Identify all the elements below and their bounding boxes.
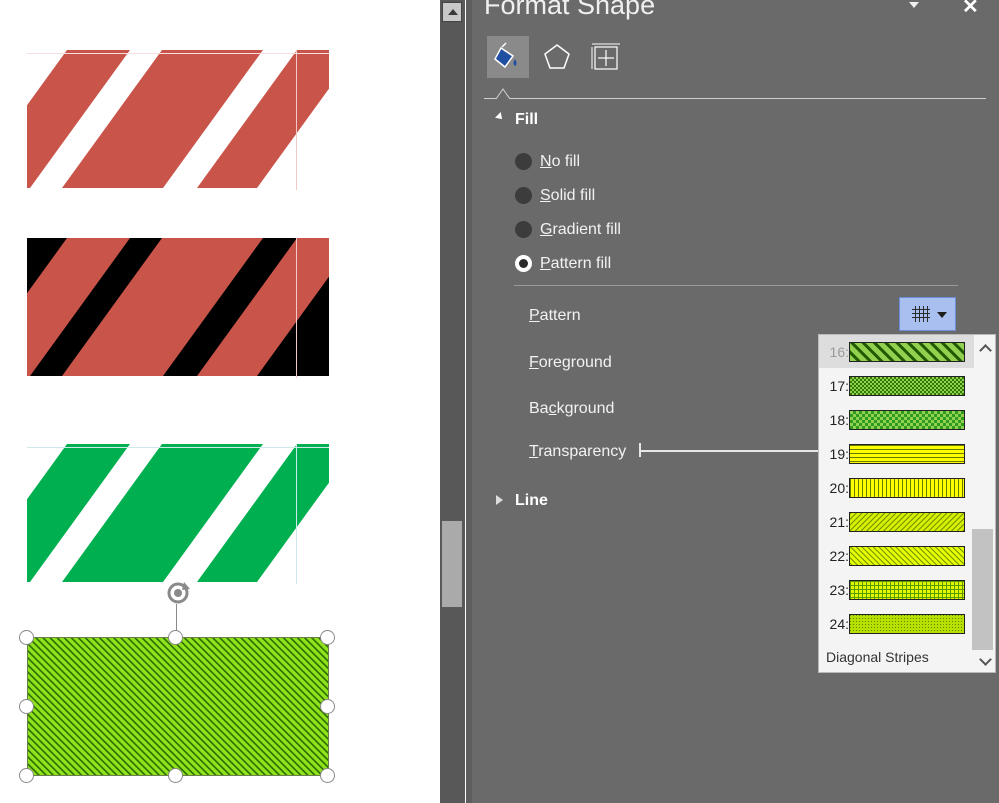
pattern-item[interactable]: 19: <box>819 437 974 470</box>
paint-bucket-icon <box>494 42 517 69</box>
canvas-vertical-scrollbar[interactable] <box>440 0 465 803</box>
pattern-swatch <box>849 444 965 464</box>
pattern-picker-button[interactable] <box>899 297 956 331</box>
pattern-number: 18: <box>829 412 849 428</box>
resize-handle[interactable] <box>168 630 183 645</box>
resize-handle[interactable] <box>320 630 335 645</box>
transparency-slider[interactable] <box>640 450 820 452</box>
separator <box>514 285 958 286</box>
slide-canvas <box>0 0 440 803</box>
rotate-handle-icon[interactable] <box>162 578 194 610</box>
scroll-thumb[interactable] <box>442 521 462 607</box>
radio-gradient-fill[interactable] <box>515 221 532 238</box>
pattern-number: 24: <box>829 616 849 632</box>
foreground-label: Foreground <box>529 354 612 371</box>
radio-no-fill[interactable] <box>515 153 532 170</box>
shape-red-black-stripes[interactable] <box>27 238 329 376</box>
close-icon[interactable]: ✕ <box>962 0 979 19</box>
pattern-swatch <box>849 546 965 566</box>
pattern-item[interactable]: 16: <box>819 335 974 368</box>
line-section-header[interactable]: Line <box>515 492 548 510</box>
pattern-tooltip-label: Diagonal Stripes <box>826 649 929 665</box>
shape-red-white-stripes[interactable] <box>27 50 329 188</box>
tab-effects[interactable] <box>536 36 578 78</box>
pattern-swatch <box>849 614 965 634</box>
expand-triangle-icon[interactable] <box>496 495 503 505</box>
pentagon-icon <box>544 44 570 69</box>
pattern-number: 21: <box>829 514 849 530</box>
pattern-item[interactable]: 23: <box>819 573 974 606</box>
pattern-swatch <box>849 410 965 430</box>
pattern-number: 17: <box>829 378 849 394</box>
label-pattern-fill[interactable]: Pattern fill <box>540 255 611 273</box>
resize-handle[interactable] <box>19 630 34 645</box>
resize-handle[interactable] <box>320 768 335 783</box>
pattern-swatch <box>849 580 965 600</box>
tab-selection-notch <box>496 88 510 100</box>
pattern-item[interactable]: 17: <box>819 369 974 402</box>
tab-underline <box>484 98 986 99</box>
collapse-triangle-icon[interactable] <box>495 112 505 122</box>
pattern-item[interactable]: 24: <box>819 607 974 640</box>
guide-line <box>296 238 297 378</box>
resize-handle[interactable] <box>19 768 34 783</box>
shape-green-white-stripes[interactable] <box>27 444 329 582</box>
pane-title: Format Shape <box>484 0 656 20</box>
pattern-number: 16: <box>829 344 849 360</box>
pattern-number: 23: <box>829 582 849 598</box>
label-no-fill[interactable]: No fill <box>540 153 580 171</box>
pattern-label: Pattern <box>529 307 581 324</box>
shape-lime-pattern-selected[interactable] <box>27 637 329 776</box>
tab-fill-line[interactable] <box>487 36 529 78</box>
pattern-swatch <box>849 478 965 498</box>
resize-handle[interactable] <box>320 699 335 714</box>
grid-pattern-icon <box>912 306 930 322</box>
guide-line <box>296 50 297 190</box>
pattern-number: 20: <box>829 480 849 496</box>
pattern-swatch <box>849 376 965 396</box>
transparency-label: Transparency <box>529 443 627 460</box>
guide-line <box>27 53 329 54</box>
label-gradient-fill[interactable]: Gradient fill <box>540 221 621 239</box>
chevron-down-icon <box>937 312 947 318</box>
radio-solid-fill[interactable] <box>515 187 532 204</box>
pattern-number: 22: <box>829 548 849 564</box>
label-solid-fill[interactable]: Solid fill <box>540 187 595 205</box>
pattern-dropdown[interactable]: 16: 17: 18: 19: 20: 21: 22: 23: 24: Diag… <box>818 334 996 673</box>
background-label: Background <box>529 400 615 417</box>
pattern-swatch <box>849 342 965 362</box>
fill-section-header[interactable]: Fill <box>515 111 538 129</box>
pane-options-dropdown-icon[interactable] <box>909 2 919 8</box>
pattern-number: 19: <box>829 446 849 462</box>
guide-line <box>27 447 329 448</box>
pattern-item[interactable]: 18: <box>819 403 974 436</box>
resize-handle[interactable] <box>168 768 183 783</box>
radio-pattern-fill[interactable] <box>515 255 532 272</box>
pattern-swatch <box>849 512 965 532</box>
scroll-up-arrow-icon[interactable] <box>442 2 462 22</box>
pattern-item[interactable]: 22: <box>819 539 974 572</box>
tab-size-properties[interactable] <box>585 36 627 78</box>
pattern-item[interactable]: 20: <box>819 471 974 504</box>
pattern-item[interactable]: 21: <box>819 505 974 538</box>
guide-line <box>296 444 297 584</box>
resize-handle[interactable] <box>19 699 34 714</box>
dropdown-scroll-thumb[interactable] <box>972 529 993 650</box>
size-properties-icon <box>591 43 620 70</box>
